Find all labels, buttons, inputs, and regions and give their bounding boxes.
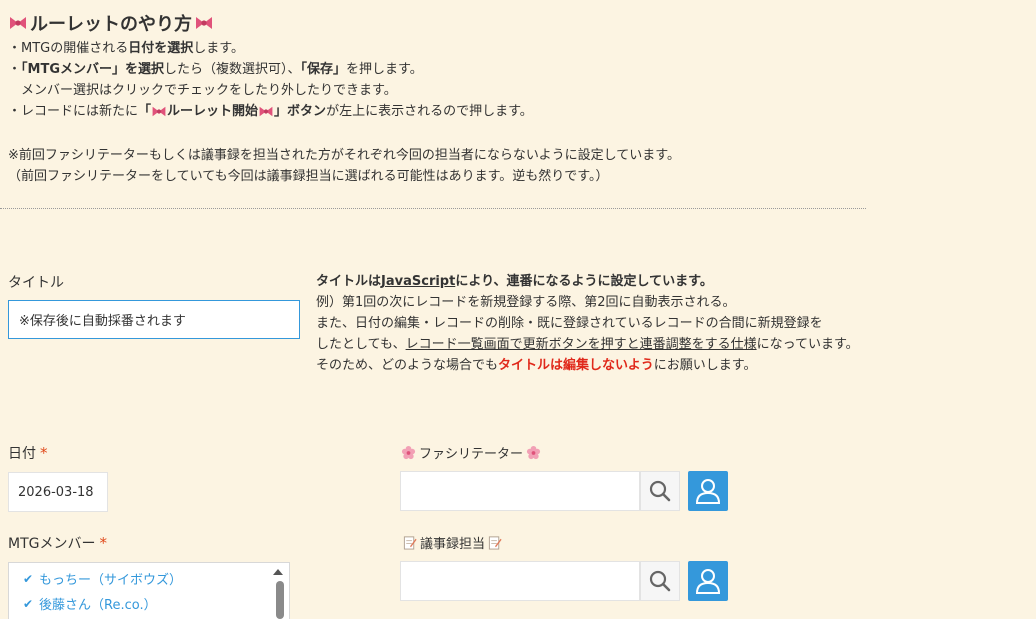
facilitator-user-select-button[interactable]: [688, 471, 728, 511]
guide-note: ※前回ファシリテーターもしくは議事録を担当された方がそれぞれ今回の担当者にならな…: [8, 145, 680, 187]
instruction-line: ・MTGの開催される日付を選択します。: [8, 41, 244, 56]
search-icon: [649, 480, 671, 502]
required-mark: *: [40, 444, 48, 462]
member-item[interactable]: ✔ 後藤さん（Re.co.）: [9, 591, 289, 616]
ribbon-icon: [10, 17, 26, 29]
minutes-search-button[interactable]: [640, 561, 680, 601]
check-icon: ✔: [23, 596, 34, 611]
ribbon-icon: [196, 17, 212, 29]
title-field-value: ※保存後に自動採番されます: [19, 314, 186, 329]
date-field[interactable]: 2026-03-18: [8, 472, 108, 512]
minutes-input[interactable]: [400, 561, 640, 601]
search-icon: [649, 570, 671, 592]
minutes-user-select-button[interactable]: [688, 561, 728, 601]
facilitator-search-button[interactable]: [640, 471, 680, 511]
note-line: （前回ファシリテーターをしていても今回は議事録担当に選ばれる可能性はあります。逆…: [8, 169, 609, 184]
facilitator-input[interactable]: [400, 471, 640, 511]
ribbon-icon: [259, 106, 273, 117]
guide-instructions: ・MTGの開催される日付を選択します。 ・「MTGメンバー」を選択したら（複数選…: [8, 38, 533, 122]
facilitator-label: ファシリテーター: [401, 443, 541, 462]
ribbon-icon: [152, 106, 166, 117]
memo-icon: [403, 536, 417, 550]
date-label: 日付 *: [8, 444, 48, 462]
title-field[interactable]: ※保存後に自動採番されます: [8, 300, 300, 339]
check-icon: ✔: [23, 571, 34, 586]
memo-icon: [488, 536, 502, 550]
person-icon: [695, 479, 721, 504]
title-description: タイトルはJavaScriptにより、連番になるように設定しています。 例）第1…: [316, 274, 859, 373]
note-line: ※前回ファシリテーターもしくは議事録を担当された方がそれぞれ今回の担当者にならな…: [8, 148, 680, 163]
member-item[interactable]: ✔ もっちー（サイボウズ）: [9, 566, 289, 591]
minutes-label: 議事録担当: [403, 533, 502, 552]
title-label: タイトル: [8, 275, 64, 291]
instruction-line: ・「MTGメンバー」を選択したら（複数選択可）、「保存」を押します。: [8, 62, 423, 77]
scroll-up-arrow-icon[interactable]: [273, 569, 283, 575]
instruction-line: メンバー選択はクリックでチェックをしたり外したりできます。: [8, 83, 397, 98]
flower-icon: [526, 445, 541, 460]
instruction-line: ・レコードには新たに「 ルーレット開始 」ボタン が左上に表示されるので押します。: [8, 104, 533, 119]
members-list[interactable]: ✔ もっちー（サイボウズ） ✔ 後藤さん（Re.co.）: [8, 562, 290, 619]
scrollbar-thumb[interactable]: [276, 581, 284, 619]
date-field-value: 2026-03-18: [18, 484, 94, 500]
required-mark: *: [99, 534, 107, 552]
guide-title-text: ルーレットのやり方: [30, 14, 192, 35]
members-label: MTGメンバー *: [8, 534, 107, 552]
guide-title: ルーレットのやり方: [8, 10, 214, 36]
flower-icon: [401, 445, 416, 460]
person-icon: [695, 569, 721, 594]
section-divider: [0, 208, 866, 209]
